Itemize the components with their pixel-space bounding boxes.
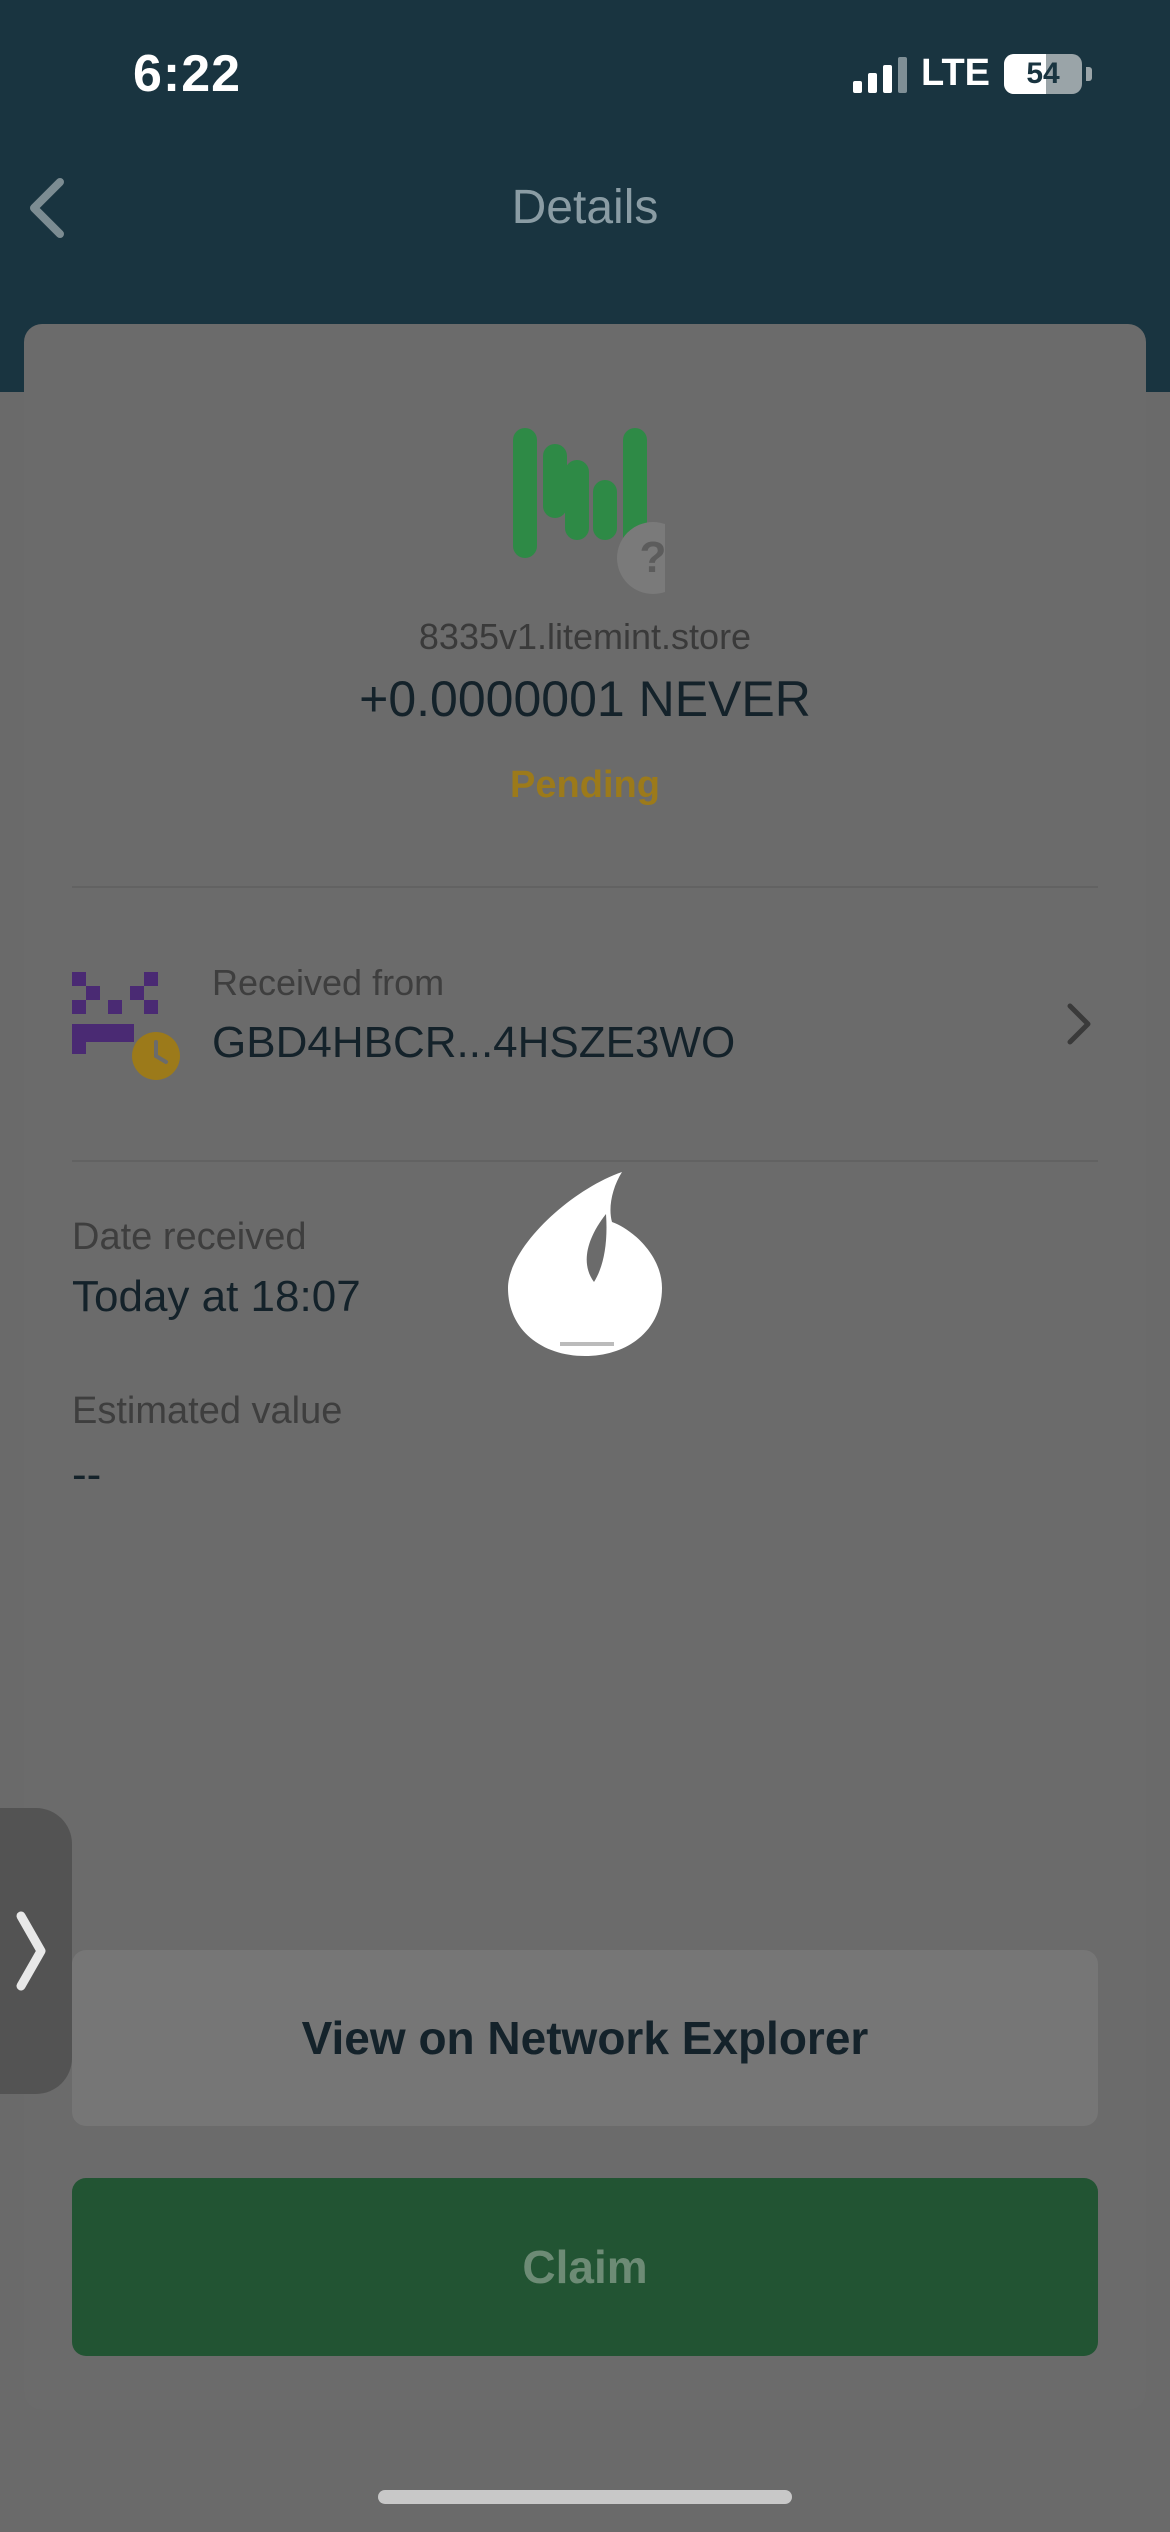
view-explorer-button[interactable]: View on Network Explorer (72, 1950, 1098, 2126)
date-received-value: Today at 18:07 (72, 1272, 361, 1321)
status-indicators: LTE 54 (853, 52, 1092, 95)
sender-label: Received from (212, 962, 445, 1003)
sender-address: GBD4HBCR...4HSZE3WO (212, 1018, 736, 1067)
claim-button[interactable]: Claim (72, 2178, 1098, 2356)
date-received-label: Date received (72, 1216, 307, 1258)
sender-row[interactable]: Received from GBD4HBCR...4HSZE3WO (72, 960, 1098, 1092)
chevron-right-icon (1067, 1003, 1091, 1045)
status-time: 6:22 (133, 45, 242, 103)
asset-logo: ? (505, 420, 689, 600)
identicon-avatar (72, 972, 180, 1080)
signal-icon (853, 55, 908, 93)
network-type: LTE (921, 52, 990, 94)
side-drawer-tab[interactable] (0, 1808, 72, 2094)
estimated-value-value: -- (72, 1450, 102, 1499)
battery-level: 54 (1026, 56, 1060, 90)
asset-domain: 8335v1.litemint.store (418, 616, 752, 657)
divider (72, 1160, 1098, 1162)
status-badge: Pending (510, 764, 660, 806)
page-title: Details (511, 181, 659, 234)
chevron-right-icon (16, 1911, 46, 1991)
asset-amount: +0.0000001 NEVER (359, 671, 811, 727)
estimated-value-label: Estimated value (72, 1390, 343, 1432)
loading-overlay (500, 1168, 670, 1360)
battery-icon: 54 (1004, 53, 1082, 94)
clock-icon (132, 1032, 180, 1080)
svg-text:?: ? (640, 533, 665, 582)
home-indicator[interactable] (378, 2490, 792, 2504)
litemint-candle-logo: ? (513, 428, 689, 594)
loading-drop-icon (508, 1172, 662, 1356)
divider (72, 886, 1098, 888)
